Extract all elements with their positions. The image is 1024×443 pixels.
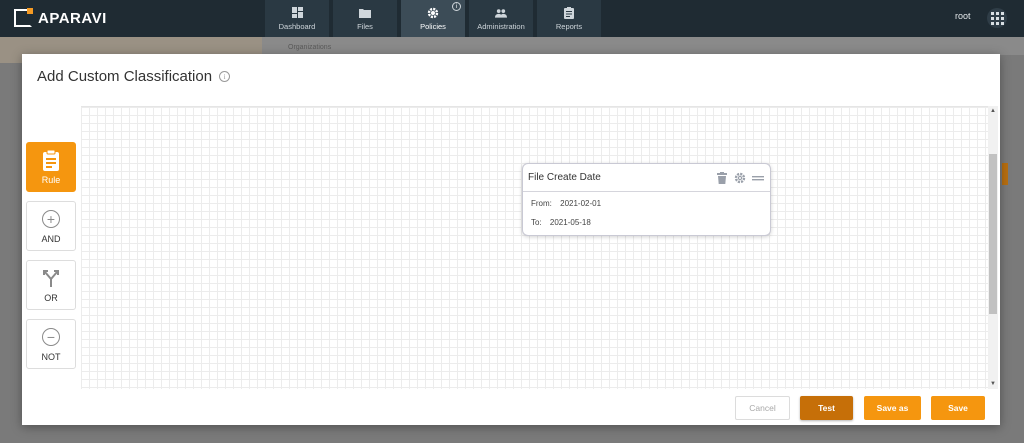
- user-name[interactable]: root: [955, 11, 971, 21]
- to-value: 2021-05-18: [549, 218, 591, 227]
- info-icon[interactable]: i: [219, 71, 231, 82]
- nav-reports[interactable]: Reports: [537, 0, 601, 37]
- folder-icon: [359, 7, 371, 19]
- nav-policies-label: Policies: [420, 21, 446, 31]
- background-breadcrumb: Organizations: [288, 44, 332, 51]
- plus-circle-icon: +: [40, 208, 62, 230]
- or-tool-button[interactable]: OR: [26, 260, 76, 310]
- from-value: 2021-02-01: [560, 199, 602, 208]
- nav-reports-label: Reports: [555, 21, 583, 31]
- clipboard-icon: [40, 149, 62, 171]
- gear-icon: [427, 7, 439, 19]
- save-as-button[interactable]: Save as: [864, 396, 921, 420]
- nav-dashboard[interactable]: Dashboard: [265, 0, 329, 37]
- nav-files-label: Files: [357, 21, 373, 31]
- trash-icon[interactable]: [716, 171, 728, 184]
- nav-administration-label: Administration: [477, 21, 525, 31]
- cancel-button[interactable]: Cancel: [735, 396, 790, 420]
- and-tool-button[interactable]: + AND: [26, 201, 76, 251]
- from-row: From: 2021-02-01: [531, 199, 601, 208]
- drag-handle-icon[interactable]: [752, 171, 764, 184]
- rule-card-title: File Create Date: [528, 172, 601, 183]
- clipboard-icon: [563, 6, 575, 19]
- background-orange-tab: [1002, 163, 1008, 185]
- not-tool-button[interactable]: − NOT: [26, 319, 76, 369]
- rule-card-actions: [710, 171, 764, 184]
- nav-policies[interactable]: Policies i: [401, 0, 465, 37]
- users-icon: [495, 7, 507, 19]
- dashboard-icon: [291, 7, 303, 19]
- top-nav-bar: APARAVI Dashboard Files Policies i Admin…: [0, 0, 1024, 37]
- canvas-scrollbar[interactable]: ▲ ▼: [988, 106, 998, 389]
- modal-title-row: Add Custom Classification i: [37, 68, 231, 85]
- rule-card-header: File Create Date: [523, 164, 770, 192]
- main-nav: Dashboard Files Policies i Administratio…: [265, 0, 605, 37]
- add-custom-classification-modal: Add Custom Classification i Rule + AND O…: [22, 54, 1000, 425]
- gear-icon[interactable]: [734, 171, 746, 184]
- rule-tool-button[interactable]: Rule: [26, 142, 76, 192]
- aparavi-logo[interactable]: APARAVI: [14, 8, 107, 28]
- nav-administration[interactable]: Administration: [469, 0, 533, 37]
- file-create-date-rule-card[interactable]: File Create Date From: 2021-02-01 To: 20…: [522, 163, 771, 236]
- modal-title: Add Custom Classification: [37, 68, 213, 85]
- logo-text: APARAVI: [38, 9, 107, 27]
- not-tool-label: NOT: [41, 352, 61, 362]
- apps-grid-icon[interactable]: [987, 8, 1007, 28]
- scroll-down-icon[interactable]: ▼: [988, 379, 998, 389]
- and-tool-label: AND: [41, 234, 61, 244]
- info-badge-icon: i: [452, 2, 461, 11]
- to-label: To:: [531, 218, 542, 227]
- nav-dashboard-label: Dashboard: [278, 21, 316, 31]
- logo-mark-icon: [14, 8, 33, 27]
- scroll-up-icon[interactable]: ▲: [988, 106, 998, 116]
- rule-tool-label: Rule: [41, 175, 61, 185]
- or-tool-label: OR: [44, 293, 58, 303]
- fork-arrow-icon: [40, 267, 62, 289]
- save-button[interactable]: Save: [931, 396, 985, 420]
- nav-files[interactable]: Files: [333, 0, 397, 37]
- test-button[interactable]: Test: [800, 396, 853, 420]
- minus-circle-icon: −: [40, 326, 62, 348]
- rule-builder-canvas[interactable]: [81, 106, 991, 389]
- to-row: To: 2021-05-18: [531, 218, 591, 227]
- scroll-thumb[interactable]: [989, 154, 997, 314]
- from-label: From:: [531, 199, 552, 208]
